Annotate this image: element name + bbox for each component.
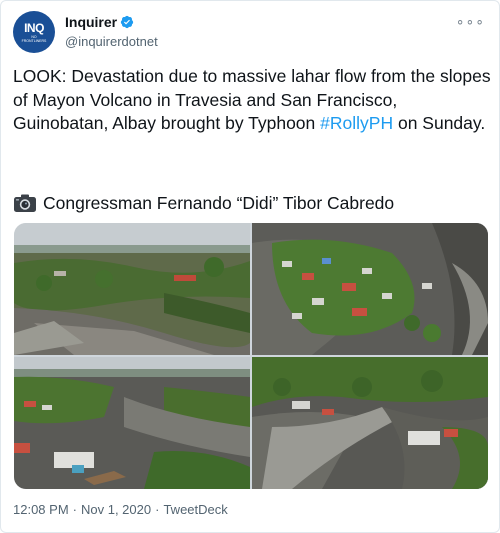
verified-badge-icon — [121, 15, 134, 29]
aerial-lahar-photo-4[interactable] — [252, 357, 488, 489]
tweet-time[interactable]: 12:08 PM — [13, 502, 69, 517]
tweet-footer: 12:08 PM · Nov 1, 2020 · TweetDeck — [13, 502, 228, 517]
avatar[interactable]: INQ NO FRONTLINERS — [13, 11, 55, 53]
aerial-lahar-photo-2[interactable] — [252, 223, 488, 355]
aerial-lahar-photo-3[interactable] — [14, 357, 250, 489]
tweet-text: LOOK: Devastation due to massive lahar f… — [13, 65, 491, 136]
photo-credit-text: Congressman Fernando “Didi” Tibor Cabred… — [43, 192, 395, 213]
more-options-icon[interactable]: ∘∘∘ — [456, 13, 485, 30]
hashtag-link[interactable]: #RollyPH — [320, 113, 393, 133]
tweet-card[interactable]: INQ NO FRONTLINERS Inquirer @inquirerdot… — [0, 0, 500, 533]
aerial-lahar-photo-1[interactable] — [14, 223, 250, 355]
media-grid — [14, 223, 488, 489]
user-handle[interactable]: @inquirerdotnet — [65, 34, 158, 49]
camera-icon — [14, 194, 36, 212]
tweet-source[interactable]: TweetDeck — [163, 502, 227, 517]
avatar-logo-subtext: NO FRONTLINERS — [21, 34, 47, 43]
photo-credit-line: Congressman Fernando “Didi” Tibor Cabred… — [13, 191, 491, 215]
tweet-header: INQ NO FRONTLINERS Inquirer @inquirerdot… — [13, 11, 489, 55]
tweet-date[interactable]: Nov 1, 2020 — [81, 502, 151, 517]
author-block[interactable]: Inquirer @inquirerdotnet — [65, 13, 158, 49]
avatar-logo-text: INQ — [24, 20, 44, 35]
display-name[interactable]: Inquirer — [65, 14, 117, 30]
footer-separator: · — [72, 502, 77, 517]
footer-separator-2: · — [155, 502, 160, 517]
tweet-text-ending: on Sunday. — [393, 113, 486, 133]
